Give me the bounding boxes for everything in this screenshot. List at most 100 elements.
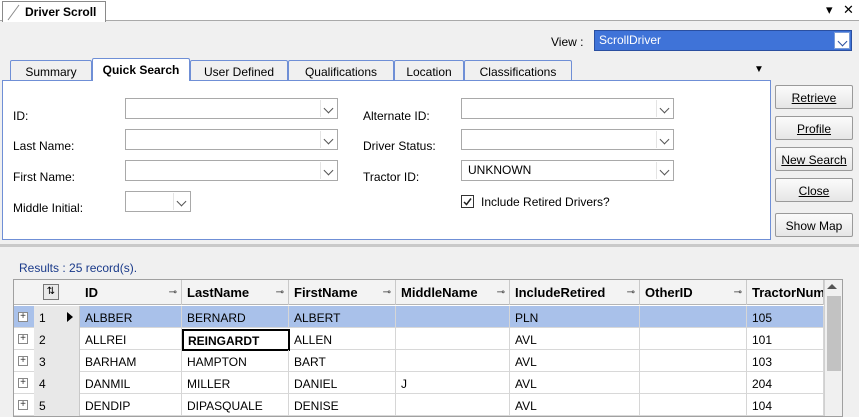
retrieve-button[interactable]: Retrieve (775, 85, 853, 109)
tab-qualifications[interactable]: Qualifications (288, 60, 394, 81)
dropdown-arrow-icon[interactable]: ▾ (826, 2, 833, 18)
grid-header: ⇅ ID ⊸ LastName ⊸ FirstName ⊸ MiddleName ⊸ I… (14, 280, 842, 305)
driver-status-dropdown[interactable] (656, 131, 672, 148)
show-map-button[interactable]: Show Map (775, 213, 853, 237)
chevron-down-icon (659, 134, 670, 145)
expand-icon[interactable]: + (18, 334, 28, 344)
cell-otherid[interactable] (640, 394, 747, 416)
cell-otherid[interactable] (640, 372, 747, 394)
splitter[interactable] (0, 244, 859, 247)
profile-button[interactable]: Profile (775, 116, 853, 140)
column-header-includeretired[interactable]: IncludeRetired ⊸ (510, 280, 640, 305)
cell-firstname[interactable]: ALBERT (289, 306, 396, 328)
pin-icon[interactable]: ⊸ (734, 287, 742, 298)
column-header-lastname[interactable]: LastName ⊸ (182, 280, 289, 305)
first-name-field[interactable] (125, 160, 338, 181)
cell-middlename[interactable] (396, 328, 510, 350)
document-tab[interactable]: Driver Scroll (2, 1, 106, 22)
cell-firstname[interactable]: ALLEN (289, 328, 396, 350)
cell-middlename[interactable] (396, 306, 510, 328)
close-icon[interactable]: ✕ (843, 2, 854, 18)
cell-includeretired[interactable]: AVL (510, 372, 640, 394)
view-select[interactable]: ScrollDriver (594, 30, 852, 51)
table-row[interactable]: + 1 ALBBER BERNARD ALBERT PLN 105 (14, 306, 842, 328)
cell-includeretired[interactable]: AVL (510, 350, 640, 372)
table-row[interactable]: + 5 DENDIP DIPASQUALE DENISE AVL 104 (14, 394, 842, 416)
middle-initial-dropdown[interactable] (173, 193, 189, 210)
column-header-middlename[interactable]: MiddleName ⊸ (396, 280, 510, 305)
cell-tractornum[interactable]: 204 (747, 372, 824, 394)
cell-firstname[interactable]: DENISE (289, 394, 396, 416)
expand-icon[interactable]: + (18, 312, 28, 322)
column-header-label: OtherID (645, 285, 693, 300)
column-header-otherid[interactable]: OtherID ⊸ (640, 280, 747, 305)
cell-middlename[interactable]: J (396, 372, 510, 394)
cell-otherid[interactable] (640, 328, 747, 350)
tab-user-defined[interactable]: User Defined (190, 60, 288, 81)
cell-otherid[interactable] (640, 306, 747, 328)
cell-tractornum[interactable]: 101 (747, 328, 824, 350)
cell-lastname[interactable]: MILLER (182, 372, 289, 394)
cell-otherid[interactable] (640, 350, 747, 372)
alternate-id-field[interactable] (461, 98, 674, 119)
cell-tractornum[interactable]: 103 (747, 350, 824, 372)
pin-icon[interactable]: ⊸ (276, 287, 284, 298)
cell-includeretired[interactable]: AVL (510, 328, 640, 350)
driver-scroll-window: Driver Scroll ▾ ✕ View : ScrollDriver Su… (0, 0, 859, 417)
id-field[interactable] (125, 98, 338, 119)
cell-tractornum[interactable]: 105 (747, 306, 824, 328)
last-name-field[interactable] (125, 129, 338, 150)
last-name-dropdown[interactable] (320, 131, 336, 148)
driver-status-field[interactable] (461, 129, 674, 150)
close-button[interactable]: Close (775, 178, 853, 202)
cell-firstname[interactable]: DANIEL (289, 372, 396, 394)
table-row[interactable]: + 2 ALLREI REINGARDT ALLEN AVL 101 (14, 328, 842, 351)
column-header-tractornum[interactable]: TractorNum (747, 280, 824, 305)
cell-id[interactable]: BARHAM (80, 350, 182, 372)
tab-summary[interactable]: Summary (10, 60, 92, 81)
pin-icon[interactable]: ⊸ (383, 287, 391, 298)
pin-icon[interactable]: ⊸ (497, 287, 505, 298)
pin-icon[interactable]: ⊸ (169, 287, 177, 298)
cell-lastname[interactable]: BERNARD (182, 306, 289, 328)
first-name-dropdown[interactable] (320, 162, 336, 179)
column-chooser-icon[interactable]: ⇅ (43, 284, 59, 300)
column-header-firstname[interactable]: FirstName ⊸ (289, 280, 396, 305)
cell-lastname[interactable]: HAMPTON (182, 350, 289, 372)
pin-icon[interactable]: ⊸ (627, 287, 635, 298)
cell-includeretired[interactable]: PLN (510, 306, 640, 328)
cell-middlename[interactable] (396, 350, 510, 372)
expand-icon[interactable]: + (18, 378, 28, 388)
column-header-id[interactable]: ID ⊸ (80, 280, 182, 305)
table-row[interactable]: + 3 BARHAM HAMPTON BART AVL 103 (14, 350, 842, 372)
alternate-id-dropdown[interactable] (656, 100, 672, 117)
cell-id[interactable]: DENDIP (80, 394, 182, 416)
scrollbar-thumb[interactable] (827, 296, 841, 371)
tab-classifications[interactable]: Classifications (464, 60, 572, 81)
tractor-id-dropdown[interactable] (656, 162, 672, 179)
scroll-up-icon[interactable] (827, 284, 837, 289)
id-dropdown[interactable] (320, 100, 336, 117)
cell-lastname[interactable]: DIPASQUALE (182, 394, 289, 416)
expand-icon[interactable]: + (18, 400, 28, 410)
cell-id[interactable]: ALLREI (80, 328, 182, 350)
tractor-id-label: Tractor ID: (363, 170, 420, 184)
cell-includeretired[interactable]: AVL (510, 394, 640, 416)
tab-overflow-icon[interactable]: ▼ (754, 64, 764, 75)
middle-initial-field[interactable] (125, 191, 191, 212)
tab-quick-search[interactable]: Quick Search (92, 58, 190, 81)
cell-lastname-focused[interactable]: REINGARDT (182, 329, 290, 351)
include-retired-checkbox[interactable] (461, 195, 474, 208)
new-search-button[interactable]: New Search (775, 147, 853, 171)
view-dropdown-button[interactable] (834, 32, 850, 49)
tractor-id-field[interactable]: UNKNOWN (461, 160, 674, 181)
cell-tractornum[interactable]: 104 (747, 394, 824, 416)
cell-id[interactable]: DANMIL (80, 372, 182, 394)
cell-firstname[interactable]: BART (289, 350, 396, 372)
table-row[interactable]: + 4 DANMIL MILLER DANIEL J AVL 204 (14, 372, 842, 394)
tab-location[interactable]: Location (394, 60, 464, 81)
vertical-scrollbar[interactable] (824, 280, 842, 416)
cell-id[interactable]: ALBBER (80, 306, 182, 328)
cell-middlename[interactable] (396, 394, 510, 416)
expand-icon[interactable]: + (18, 356, 28, 366)
